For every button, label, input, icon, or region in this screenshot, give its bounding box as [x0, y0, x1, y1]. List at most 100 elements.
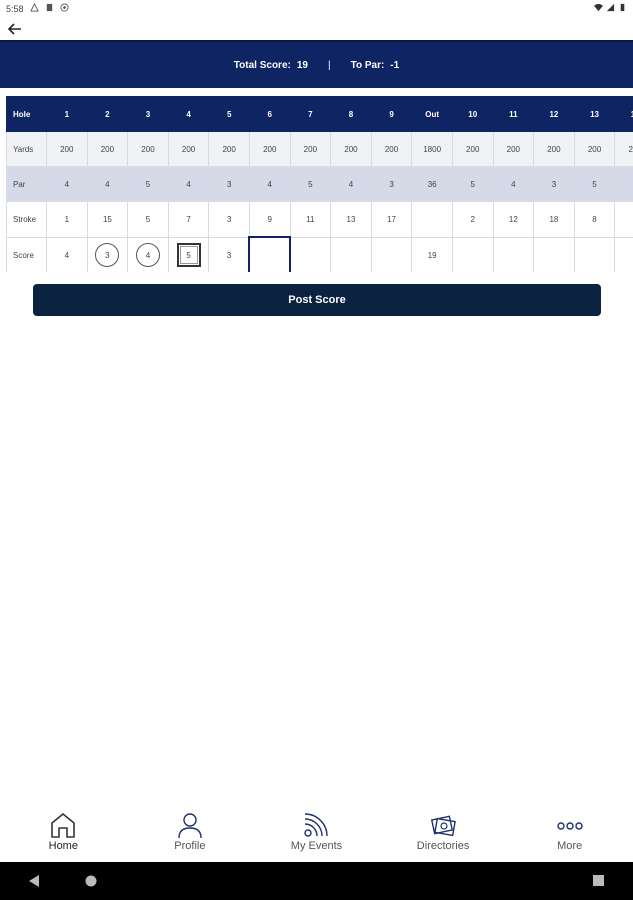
- status-bar: 5:58: [0, 0, 633, 18]
- par-cell: 4: [167, 166, 210, 202]
- yards-row: Yards 200 200 200 200 200 200 200 200 20…: [6, 131, 633, 167]
- stroke-cell: 6: [614, 201, 633, 238]
- yards-cell: 200: [370, 131, 413, 167]
- birdie-marker: 4: [135, 243, 160, 267]
- nav-profile-label: Profile: [174, 840, 206, 852]
- system-recents-icon[interactable]: [592, 874, 605, 887]
- yards-cell: 200: [289, 131, 332, 167]
- yards-out-cell: 1800: [411, 131, 453, 167]
- hole-cell: 2: [86, 96, 129, 132]
- hole-cell: 5: [208, 96, 250, 132]
- back-arrow-icon[interactable]: [6, 20, 24, 38]
- stroke-cell: 2: [451, 201, 494, 238]
- score-out-cell: 19: [411, 236, 453, 272]
- yards-cell: 200: [614, 131, 633, 167]
- par-cell: 3: [370, 166, 413, 202]
- nav-home[interactable]: Home: [13, 810, 113, 860]
- bogey-marker: 5: [176, 243, 201, 267]
- nav-directories[interactable]: Directories: [393, 810, 493, 860]
- yards-cell: 200: [451, 131, 494, 167]
- hole-cell: 3: [127, 96, 169, 132]
- data-saver-icon: [60, 3, 69, 12]
- system-icons: [594, 3, 627, 12]
- to-par-label: To Par:: [350, 59, 385, 71]
- warning-icon: [30, 3, 39, 12]
- score-cell[interactable]: [451, 236, 494, 272]
- post-score-button[interactable]: Post Score: [33, 284, 601, 316]
- score-cell[interactable]: [370, 236, 413, 272]
- stroke-cell: 13: [330, 201, 372, 238]
- hole-cell: 8: [330, 96, 372, 132]
- out-header-cell: Out: [411, 96, 453, 132]
- par-cell: 4: [86, 166, 129, 202]
- more-dots-icon: [556, 822, 583, 830]
- yards-cell: 200: [127, 131, 169, 167]
- par-cell: 3: [533, 166, 575, 202]
- score-row: Score 4 3 4 5 3 19: [6, 236, 633, 272]
- score-cell[interactable]: [573, 236, 616, 272]
- score-cell[interactable]: [330, 236, 372, 272]
- stroke-out-cell: [411, 201, 453, 238]
- par-cell: 5: [289, 166, 332, 202]
- par-cell: 5: [573, 166, 616, 202]
- score-cell[interactable]: 3: [208, 236, 250, 272]
- app-bar: [0, 18, 633, 40]
- sim-card-icon: [46, 3, 53, 12]
- hole-cell: 13: [573, 96, 616, 132]
- stroke-cell: 1: [46, 201, 88, 238]
- par-row: Par 4 4 5 4 3 4 5 4 3 36 5 4 3 5 3: [6, 166, 633, 202]
- hole-cell: 1: [46, 96, 88, 132]
- yards-cell: 200: [330, 131, 372, 167]
- nav-profile[interactable]: Profile: [140, 810, 240, 860]
- par-cell: 4: [46, 166, 88, 202]
- banner-separator: |: [327, 59, 331, 71]
- hole-cell: 7: [289, 96, 332, 132]
- yards-cell: 200: [167, 131, 210, 167]
- yards-cell: 200: [208, 131, 250, 167]
- battery-icon: [620, 3, 625, 12]
- nav-home-label: Home: [48, 840, 78, 852]
- score-cell[interactable]: 4: [46, 236, 88, 272]
- yards-label: Yards: [6, 131, 47, 167]
- yards-cell: 200: [248, 131, 291, 167]
- system-back-icon[interactable]: [28, 874, 40, 888]
- stroke-cell: 15: [86, 201, 129, 238]
- system-nav-bar: [0, 862, 633, 900]
- score-summary-banner: Total Score: 19 | To Par: -1: [0, 40, 633, 88]
- stroke-label: Stroke: [6, 201, 47, 238]
- nav-my-events[interactable]: My Events: [266, 810, 366, 860]
- score-cell-selected[interactable]: [248, 236, 292, 272]
- notification-icons: [30, 3, 69, 12]
- score-cell[interactable]: [492, 236, 535, 272]
- nav-more[interactable]: More: [520, 810, 620, 860]
- yards-cell: 200: [492, 131, 535, 167]
- score-cell[interactable]: [614, 236, 633, 272]
- par-label: Par: [6, 166, 47, 202]
- bottom-nav: Home Profile My Events Directories More: [0, 810, 633, 860]
- total-score-value: 19: [296, 59, 308, 71]
- par-cell: 4: [492, 166, 535, 202]
- wifi-icon: [594, 3, 603, 12]
- par-cell: 3: [614, 166, 633, 202]
- hole-cell: 4: [167, 96, 210, 132]
- hole-cell: 11: [492, 96, 535, 132]
- score-cell[interactable]: 3: [86, 236, 129, 272]
- score-cell[interactable]: [289, 236, 332, 272]
- to-par-value: -1: [390, 59, 400, 71]
- stroke-cell: 7: [167, 201, 210, 238]
- score-cell[interactable]: [533, 236, 575, 272]
- hole-row: Hole 1 2 3 4 5 6 7 8 9 Out 10 11 12 13 1…: [6, 96, 633, 132]
- stroke-cell: 18: [533, 201, 575, 238]
- nav-directories-label: Directories: [416, 840, 470, 852]
- nav-more-label: More: [557, 840, 583, 852]
- yards-cell: 200: [86, 131, 129, 167]
- score-cell[interactable]: 5: [167, 236, 210, 272]
- stroke-cell: 8: [573, 201, 616, 238]
- score-cell[interactable]: 4: [127, 236, 169, 272]
- par-cell: 5: [451, 166, 494, 202]
- par-out-cell: 36: [411, 166, 453, 202]
- hole-cell: 10: [451, 96, 494, 132]
- scorecard: Hole 1 2 3 4 5 6 7 8 9 Out 10 11 12 13 1…: [6, 96, 633, 272]
- system-home-icon[interactable]: [84, 874, 98, 888]
- clock: 5:58: [6, 4, 24, 14]
